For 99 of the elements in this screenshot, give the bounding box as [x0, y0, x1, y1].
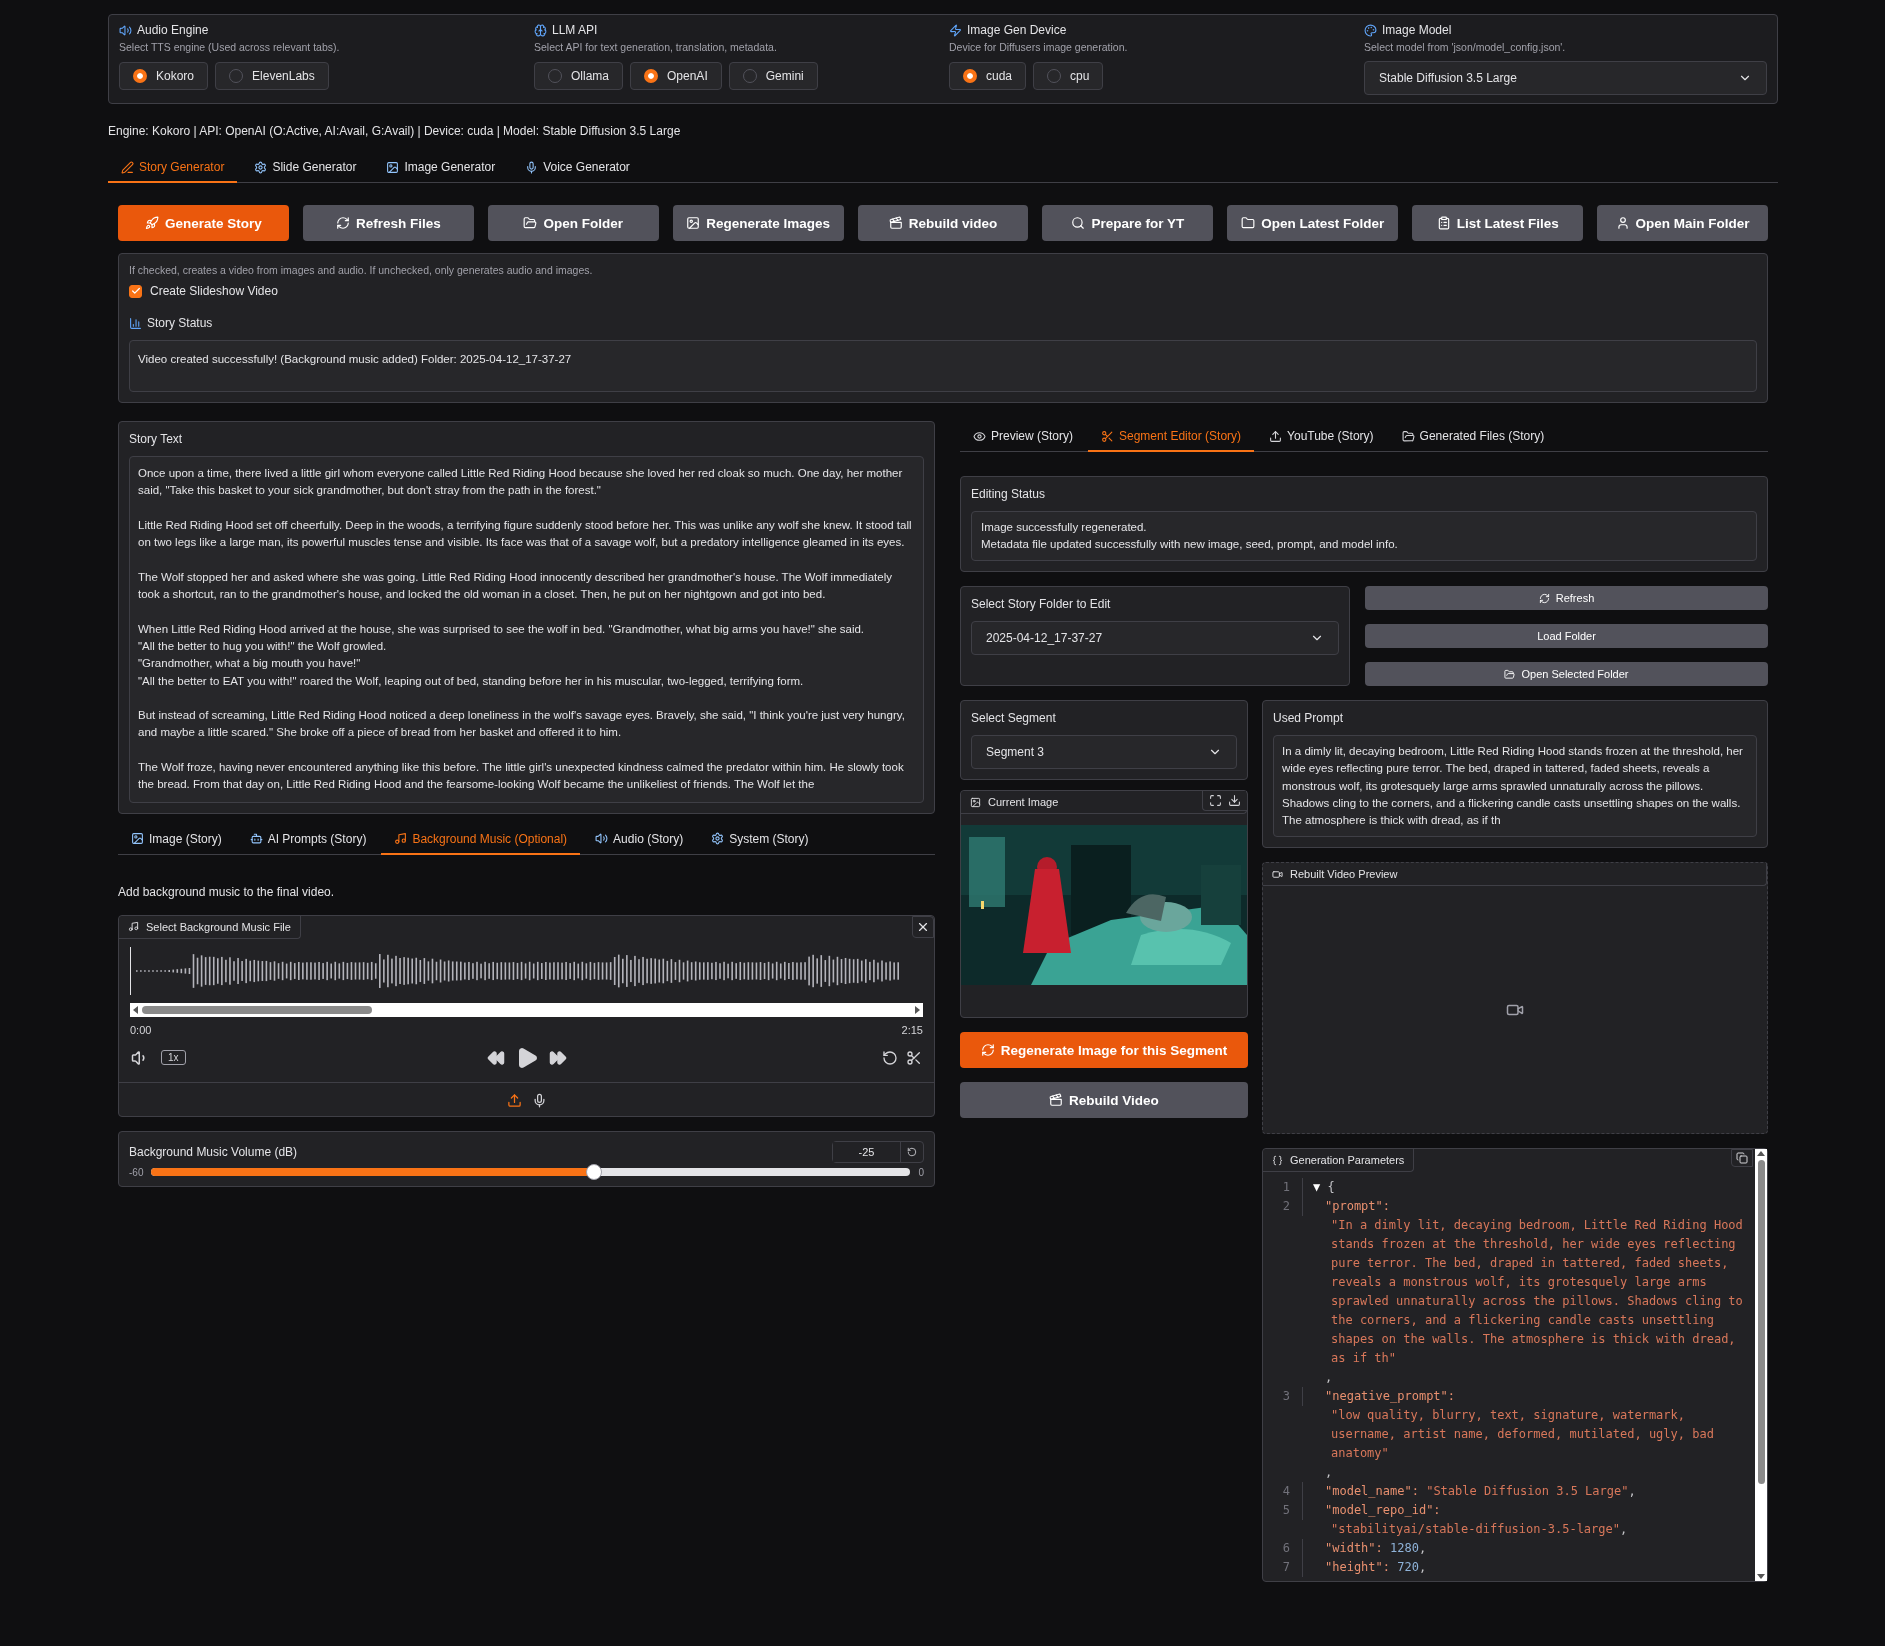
field-label: Story Status — [147, 316, 213, 330]
setting-title: Audio Engine — [137, 23, 209, 37]
time-label: 2:15 — [901, 1023, 923, 1036]
json-value: 1280 — [1390, 1541, 1419, 1556]
block-label: Generation Parameters — [1290, 1154, 1405, 1167]
radio-option[interactable]: OpenAI — [630, 62, 722, 90]
tab[interactable]: Image Generator — [373, 152, 509, 183]
radio-option[interactable]: ElevenLabs — [215, 62, 329, 90]
action-button[interactable]: Generate Story — [118, 205, 289, 241]
comma: , — [1418, 1541, 1427, 1556]
number-field[interactable]: -25 — [832, 1140, 924, 1163]
comma: , — [1418, 1560, 1427, 1575]
editing-status-field[interactable]: Image successfully regenerated. Metadata file updated successfully with new image, seed, prompt, and model info. — [971, 511, 1757, 561]
description-text: Add background music to the final video. — [118, 884, 336, 899]
folder-dropdown[interactable]: 2025-04-12_17-37-27 — [971, 621, 1339, 655]
tab[interactable]: Generated Files (Story) — [1388, 421, 1558, 452]
action-button[interactable]: Regenerate Images — [672, 205, 844, 241]
tab[interactable]: Story Generator — [108, 152, 238, 183]
tab[interactable]: Voice Generator — [512, 152, 643, 183]
tab[interactable]: AI Prompts (Story) — [236, 823, 380, 855]
json-key: "prompt": — [1325, 1199, 1391, 1214]
json-value: 720 — [1397, 1560, 1419, 1575]
field-label: Editing Status — [971, 487, 1047, 501]
line-number: 1 — [1263, 1178, 1303, 1198]
line-number: 5 — [1263, 1501, 1303, 1521]
setting-info: Select API for text generation, translation, metadata. — [534, 41, 778, 53]
line-number: 3 — [1263, 1387, 1303, 1407]
action-button[interactable]: Open Main Folder — [1597, 205, 1768, 241]
field-label: Background Music Volume (dB) — [129, 1144, 298, 1159]
story-text-field[interactable]: Once upon a time, there lived a little girl whom everyone called Little Red Riding Hood because she loved her red cloak so much. One day, her mother said, "Take this basket to your sick grandmother, but don't stray from the path in the forest." Little Red Riding Hood set off cheerfully. Deep in the woods, a terrifying figure suddenly stood before her. This was unlike any wolf she knew. It stood tall on two legs like a large man, its powerful muscles tense and visible. Its face was that of a savage wolf, but a predatory intelligence gleamed in its eyes. The Wolf stopped her and asked where she was going. Little Red Riding Hood innocently described her grandmother's house. The Wolf immediately took a shortcut, ran to the grandmother's house, and locked the old woman in a closet. Then, he put on her nightgown and got into bed. When Little Red Riding Hood arrived at the house, she was surprised to see the wolf in bed. "Grandmother, what big arms you have!" she said. "All the better to hug you with!" the Wolf growled. "Grandmother, what a big mouth you have!" "All the better to EAT you with!" roared the Wolf, leaping out of bed, standing before her in his muscular, two-legged, terrifying form. But instead of screaming, Little Red Riding Hood noticed a deep loneliness in the wolf's savage eyes. Bravely, she said, "I think you're just very hungry, and maybe a little scared." She broke off a piece of bread from her basket and offered it to him. The Wolf froze, having never encountered anything like this before. The little girl's unexpected kindness calmed the predator within him. He slowly took the bread. From that day on, Little Red Riding Hood and the fearsome-looking Wolf became the unlikeliest of friends. The Wolf let the — [129, 456, 924, 803]
radio-option[interactable]: Kokoro — [119, 62, 209, 90]
radio-option[interactable]: cpu — [1033, 62, 1104, 90]
setting-info: Select TTS engine (Used across relevant tabs). — [119, 41, 341, 53]
setting-info: Select model from 'json/model_config.json'. — [1364, 41, 1567, 53]
segment-dropdown[interactable]: Segment 3 — [971, 735, 1237, 769]
line-number: 7 — [1263, 1558, 1303, 1578]
json-key: "model_repo_id": — [1325, 1503, 1441, 1518]
block-label: Rebuilt Video Preview — [1290, 868, 1398, 881]
min-label: -60 — [129, 1166, 144, 1178]
field-label: Select Story Folder to Edit — [971, 597, 1112, 611]
tab[interactable]: Slide Generator — [241, 152, 370, 183]
action-button[interactable]: Open Folder — [487, 205, 659, 241]
field-label: Used Prompt — [1273, 711, 1345, 725]
comma: , — [1628, 1484, 1636, 1499]
comma: , — [1620, 1522, 1628, 1537]
line-number: 4 — [1263, 1482, 1303, 1502]
checkbox-info: If checked, creates a video from images and audio. If unchecked, only generates audio and images. — [129, 264, 594, 276]
fold-toggle[interactable]: ▼ — [1313, 1180, 1321, 1195]
action-button[interactable]: Prepare for YT — [1042, 205, 1214, 241]
field-label: Story Text — [129, 432, 184, 446]
comma: , — [1325, 1464, 1334, 1482]
time-label: 0:00 — [130, 1023, 152, 1036]
folder-button[interactable]: Load Folder — [1365, 624, 1768, 648]
tab[interactable]: Image (Story) — [118, 823, 235, 855]
setting-title: Image Gen Device — [967, 23, 1067, 37]
json-value: "stabilityai/stable-diffusion-3.5-large" — [1331, 1522, 1620, 1537]
status-line: Image successfully regenerated. — [981, 520, 1148, 535]
segment-button[interactable]: Rebuild Video — [960, 1082, 1248, 1118]
setting-info: Device for Diffusers image generation. — [949, 41, 1129, 53]
prompt-field[interactable]: In a dimly lit, decaying bedroom, Little Red Riding Hood stands frozen at the threshold, her wide eyes reflecting pure terror. The bed, draped in tattered, faded sheets, reveals a monstrous wolf, its grotesquely large arms sprawled unnaturally across the pillows. Shadows cling to the corners, and a flickering candle casts unsettling shapes on the walls. The atmosphere is thick with dread, as if th — [1273, 735, 1757, 838]
json-value: "low quality, blurry, text, signature, watermark, username, artist name, deformed, mutilated, ugly, bad anatomy" — [1331, 1408, 1715, 1461]
json-key: "width": — [1325, 1541, 1383, 1556]
radio-option[interactable]: Ollama — [534, 62, 623, 90]
status-text: Engine: Kokoro | API: OpenAI (O:Active, AI:Avail, G:Avail) | Device: cuda | Model: Stable Diffusion 3.5 Large — [108, 124, 682, 138]
json-value: "Stable Diffusion 3.5 Large" — [1426, 1484, 1629, 1499]
tab[interactable]: Preview (Story) — [960, 421, 1086, 452]
status-line: Metadata file updated successfully with new image, seed, prompt, and model info. — [981, 537, 1399, 552]
max-label: 0 — [918, 1166, 924, 1178]
radio-option[interactable]: cuda — [949, 62, 1027, 90]
action-button[interactable]: List Latest Files — [1412, 205, 1584, 241]
json-key: "model_name": — [1325, 1484, 1419, 1499]
tab[interactable]: Audio (Story) — [582, 823, 697, 855]
json-key: "negative_prompt": — [1325, 1389, 1456, 1404]
tab[interactable]: Background Music (Optional) — [381, 823, 581, 855]
json-value: "In a dimly lit, decaying bedroom, Little Red Riding Hood stands frozen at the threshold, her wide eyes reflecting pure terror. The bed, draped in tattered, faded sheets, reveals a monstrous wolf, its grotesquely large arms sprawled unnaturally across the pillows. Shadows cling to the corners, and a flickering candle casts unsettling shapes on the walls. The atmosphere is thick with dread, as if th" — [1331, 1218, 1744, 1366]
radio-option[interactable]: Gemini — [728, 62, 818, 90]
slideshow-checkbox[interactable]: Create Slideshow Video — [129, 284, 1757, 298]
comma: , — [1325, 1369, 1334, 1387]
line-number: 6 — [1263, 1539, 1303, 1559]
model-dropdown[interactable]: Stable Diffusion 3.5 Large — [1364, 61, 1767, 95]
segment-button[interactable]: Regenerate Image for this Segment — [960, 1032, 1248, 1068]
tab[interactable]: System (Story) — [698, 823, 822, 855]
block-label: Current Image — [988, 796, 1059, 808]
setting-title: LLM API — [552, 23, 598, 37]
action-button[interactable]: Rebuild video — [857, 205, 1029, 241]
tab[interactable]: Segment Editor (Story) — [1088, 421, 1255, 452]
tab[interactable]: YouTube (Story) — [1256, 421, 1387, 452]
folder-button[interactable]: Refresh — [1365, 586, 1768, 610]
json-key: "height": — [1325, 1560, 1391, 1575]
speed-button[interactable]: 1x — [161, 1050, 186, 1066]
action-button[interactable]: Refresh Files — [302, 205, 474, 241]
line-number: 2 — [1263, 1197, 1303, 1217]
field-label: Select Segment — [971, 711, 1057, 725]
brace: { — [1327, 1180, 1335, 1195]
action-button[interactable]: Open Latest Folder — [1227, 205, 1399, 241]
setting-title: Image Model — [1382, 23, 1452, 37]
folder-button[interactable]: Open Selected Folder — [1365, 662, 1768, 686]
block-label: Select Background Music File — [146, 920, 291, 933]
status-field[interactable]: Video created successfully! (Background music added) Folder: 2025-04-12_17-37-27 — [129, 340, 1757, 392]
